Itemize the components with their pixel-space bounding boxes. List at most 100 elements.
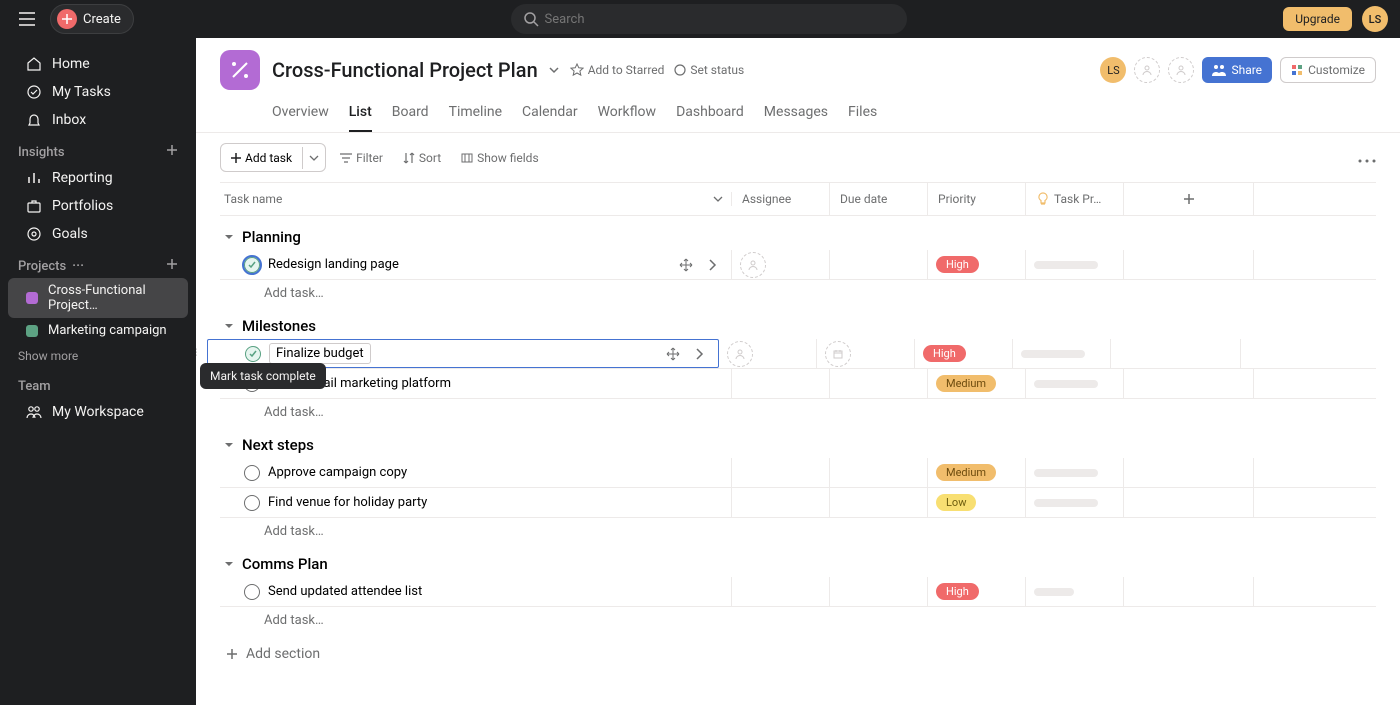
- due-date-cell[interactable]: [830, 488, 928, 517]
- priority-cell[interactable]: High: [928, 250, 1026, 279]
- show-fields-button[interactable]: Show fields: [455, 147, 544, 169]
- col-task-name[interactable]: Task name: [224, 192, 282, 206]
- add-member-placeholder[interactable]: [1168, 57, 1194, 83]
- set-status-button[interactable]: Set status: [674, 63, 744, 77]
- section-header[interactable]: Milestones: [220, 305, 1376, 339]
- tab-list[interactable]: List: [349, 96, 372, 132]
- chevron-down-icon[interactable]: [713, 194, 723, 204]
- due-date-cell[interactable]: [830, 458, 928, 487]
- col-assignee[interactable]: Assignee: [732, 183, 830, 215]
- progress-cell[interactable]: [1026, 250, 1124, 279]
- progress-cell[interactable]: [1026, 458, 1124, 487]
- task-row[interactable]: e new email marketing platformMedium: [220, 369, 1376, 399]
- sidebar-item-portfolios[interactable]: Portfolios: [8, 192, 188, 220]
- tab-dashboard[interactable]: Dashboard: [676, 96, 744, 132]
- progress-cell[interactable]: [1026, 369, 1124, 398]
- hamburger-menu-button[interactable]: [12, 4, 42, 34]
- add-task-row[interactable]: Add task…: [220, 399, 1376, 424]
- sidebar-item-my-workspace[interactable]: My Workspace: [8, 398, 188, 426]
- filter-button[interactable]: Filter: [334, 147, 389, 169]
- priority-cell[interactable]: High: [915, 339, 1013, 368]
- sidebar-item-reporting[interactable]: Reporting: [8, 164, 188, 192]
- progress-cell[interactable]: [1026, 577, 1124, 606]
- section-header[interactable]: Planning: [220, 216, 1376, 250]
- due-date-cell[interactable]: [830, 369, 928, 398]
- assignee-cell[interactable]: [732, 488, 830, 517]
- section-name: Milestones: [242, 317, 316, 335]
- assignee-cell[interactable]: [732, 458, 830, 487]
- task-row[interactable]: Send updated attendee listHigh: [220, 577, 1376, 607]
- priority-cell[interactable]: Low: [928, 488, 1026, 517]
- tab-calendar[interactable]: Calendar: [522, 96, 578, 132]
- tab-workflow[interactable]: Workflow: [598, 96, 657, 132]
- add-section-button[interactable]: Add section: [220, 632, 1376, 662]
- customize-button[interactable]: Customize: [1280, 57, 1376, 83]
- tab-files[interactable]: Files: [848, 96, 877, 132]
- complete-checkbox[interactable]: [244, 584, 260, 600]
- complete-checkbox[interactable]: [244, 257, 260, 273]
- share-button[interactable]: Share: [1202, 57, 1272, 83]
- sidebar-item-my-tasks[interactable]: My Tasks: [8, 78, 188, 106]
- col-task-progress[interactable]: Task Pr…: [1026, 183, 1124, 215]
- toolbar-more-button[interactable]: [1358, 148, 1376, 167]
- add-task-button[interactable]: Add task: [221, 147, 303, 169]
- show-more-projects[interactable]: Show more: [0, 343, 196, 369]
- tab-board[interactable]: Board: [392, 96, 429, 132]
- add-project-button[interactable]: [166, 258, 178, 274]
- open-details-icon[interactable]: [688, 343, 710, 365]
- add-member-placeholder[interactable]: [1134, 57, 1160, 83]
- progress-cell[interactable]: [1026, 488, 1124, 517]
- priority-cell[interactable]: Medium: [928, 369, 1026, 398]
- add-task-row[interactable]: Add task…: [220, 280, 1376, 305]
- upgrade-button[interactable]: Upgrade: [1283, 7, 1352, 31]
- col-due-date[interactable]: Due date: [830, 183, 928, 215]
- projects-menu-button[interactable]: ···: [72, 258, 84, 274]
- tab-messages[interactable]: Messages: [764, 96, 828, 132]
- priority-cell[interactable]: Medium: [928, 458, 1026, 487]
- add-column-button[interactable]: [1124, 183, 1254, 215]
- section-header[interactable]: Next steps: [220, 424, 1376, 458]
- col-priority[interactable]: Priority: [928, 183, 1026, 215]
- complete-checkbox[interactable]: [245, 346, 261, 362]
- project-name-label: Cross-Functional Project…: [48, 283, 170, 313]
- priority-cell[interactable]: High: [928, 577, 1026, 606]
- move-icon[interactable]: [662, 343, 684, 365]
- move-icon[interactable]: [675, 254, 697, 276]
- open-details-icon[interactable]: [701, 254, 723, 276]
- section-header[interactable]: Comms Plan: [220, 543, 1376, 577]
- member-avatar[interactable]: LS: [1100, 57, 1126, 83]
- search-input[interactable]: [511, 4, 907, 34]
- sidebar-item-inbox[interactable]: Inbox: [8, 106, 188, 134]
- add-to-starred-button[interactable]: Add to Starred: [570, 63, 665, 77]
- assignee-cell[interactable]: [732, 577, 830, 606]
- task-row[interactable]: Redesign landing pageHigh: [220, 250, 1376, 280]
- due-date-cell[interactable]: [830, 577, 928, 606]
- add-task-row[interactable]: Add task…: [220, 607, 1376, 632]
- tab-timeline[interactable]: Timeline: [449, 96, 502, 132]
- task-row[interactable]: Approve campaign copyMedium: [220, 458, 1376, 488]
- task-row[interactable]: ⠿Finalize budgetHigh: [220, 339, 1376, 369]
- add-task-row[interactable]: Add task…: [220, 518, 1376, 543]
- sidebar-project-item[interactable]: Marketing campaign: [8, 318, 188, 343]
- complete-checkbox[interactable]: [244, 465, 260, 481]
- chevron-down-icon: [548, 64, 560, 76]
- task-name-input[interactable]: Finalize budget: [269, 343, 371, 364]
- due-date-cell[interactable]: [830, 250, 928, 279]
- user-avatar[interactable]: LS: [1362, 6, 1388, 32]
- sort-button[interactable]: Sort: [397, 147, 447, 169]
- due-date-cell[interactable]: [817, 339, 915, 368]
- create-button[interactable]: Create: [50, 4, 134, 34]
- assignee-cell[interactable]: [732, 250, 830, 279]
- add-insight-button[interactable]: [166, 144, 178, 160]
- sidebar-item-home[interactable]: Home: [8, 50, 188, 78]
- complete-checkbox[interactable]: [244, 495, 260, 511]
- task-row[interactable]: Find venue for holiday partyLow: [220, 488, 1376, 518]
- tab-overview[interactable]: Overview: [272, 96, 329, 132]
- progress-cell[interactable]: [1013, 339, 1111, 368]
- project-dropdown-button[interactable]: [548, 61, 560, 80]
- assignee-cell[interactable]: [732, 369, 830, 398]
- add-task-dropdown-button[interactable]: [303, 144, 325, 171]
- assignee-cell[interactable]: [719, 339, 817, 368]
- sidebar-item-goals[interactable]: Goals: [8, 220, 188, 248]
- sidebar-project-item[interactable]: Cross-Functional Project…: [8, 278, 188, 318]
